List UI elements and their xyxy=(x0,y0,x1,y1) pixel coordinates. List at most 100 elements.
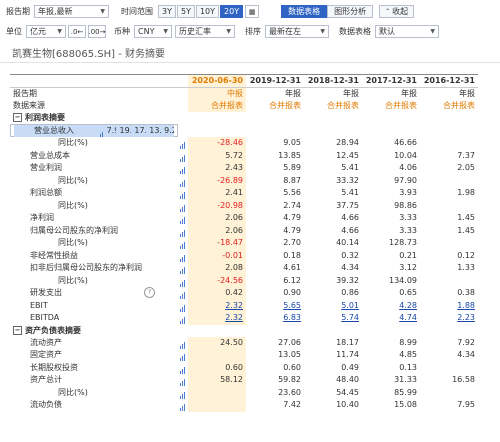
header-date-4[interactable]: 2016-12-31 xyxy=(420,74,478,88)
value-cell[interactable]: 5.65 xyxy=(246,300,304,313)
table-format-select-value: 默认 xyxy=(379,27,395,36)
table-row[interactable]: 净利润 2.06 4.79 4.66 3.33 1.45 xyxy=(10,212,478,225)
table-row[interactable]: EBIT 2.32 5.65 5.01 4.28 1.88 xyxy=(10,299,478,313)
table-format-select[interactable]: 默认 ▼ xyxy=(375,25,439,38)
range-10y-button[interactable]: 10Y xyxy=(195,5,220,18)
bar-chart-icon[interactable] xyxy=(178,300,188,313)
decimal-increase-icon[interactable]: .00→ xyxy=(88,25,106,38)
table-row[interactable]: 研发支出? 0.42 0.90 0.86 0.65 0.38 xyxy=(10,287,478,300)
calendar-icon[interactable]: ▦ xyxy=(245,5,260,18)
bar-chart-icon[interactable] xyxy=(178,187,188,200)
value-cell[interactable]: 5.01 xyxy=(304,300,362,313)
bar-chart-icon[interactable] xyxy=(178,312,188,325)
period-select[interactable]: 年报,最新 ▼ xyxy=(34,5,109,18)
bar-chart-icon[interactable] xyxy=(178,175,188,188)
bar-chart-icon[interactable] xyxy=(178,150,188,163)
value-cell: 59.82 xyxy=(278,375,301,385)
source-row-label: 数据来源 xyxy=(13,101,45,110)
value-cell: 13.85 xyxy=(278,150,301,160)
table-row[interactable]: 非经常性损益 -0.01 0.18 0.32 0.21 0.12 xyxy=(10,249,478,263)
table-row[interactable]: 同比(%) -24.56 6.12 39.32 134.09 xyxy=(10,274,478,288)
collapse-toggle-icon[interactable]: − xyxy=(13,113,22,122)
table-row[interactable]: 同比(%) -18.47 2.70 40.14 128.73 xyxy=(10,237,478,250)
header-date-0[interactable]: 2020-06-30 xyxy=(188,74,246,88)
bar-chart-icon[interactable] xyxy=(178,200,188,213)
table-row[interactable]: 长期股权投资 0.60 0.60 0.49 0.13 xyxy=(10,361,478,375)
value-cell[interactable]: 2.32 xyxy=(188,299,246,312)
bar-chart-icon[interactable] xyxy=(178,275,188,288)
value-cell: 8.99 xyxy=(399,337,417,347)
table-row[interactable]: 同比(%) -26.89 8.87 33.32 97.90 xyxy=(10,174,478,188)
bar-chart-icon[interactable] xyxy=(178,137,188,150)
table-row[interactable]: 营业总收入 7.9319.1617.5713.639.29 xyxy=(10,124,178,137)
table-row[interactable]: 流动资产 24.50 27.06 18.17 8.99 7.92 xyxy=(10,336,478,350)
value-cell: 0.86 xyxy=(341,288,359,298)
unit-select[interactable]: 亿元 ▼ xyxy=(26,25,66,38)
bar-chart-icon[interactable] xyxy=(178,362,188,375)
help-icon[interactable]: ? xyxy=(144,287,155,299)
bar-chart-icon[interactable] xyxy=(178,250,188,263)
decimal-decrease-icon[interactable]: .0← xyxy=(68,25,86,38)
table-row[interactable]: 归属母公司股东的净利润 2.06 4.79 4.66 3.33 1.45 xyxy=(10,224,478,238)
value-cell[interactable]: 4.28 xyxy=(362,300,420,313)
bar-chart-icon[interactable] xyxy=(178,262,188,275)
value-cell: 4.79 xyxy=(283,213,301,223)
row-label-cell: EBITDA xyxy=(10,312,178,325)
row-label-cell: 净利润 xyxy=(10,212,178,225)
value-cell: 2.05 xyxy=(457,163,475,173)
bar-chart-icon[interactable] xyxy=(178,337,188,350)
table-row[interactable]: 资产总计 58.12 59.82 48.40 31.33 16.58 xyxy=(10,374,478,387)
collapse-toggle-icon[interactable]: − xyxy=(13,325,22,335)
bar-chart-icon[interactable] xyxy=(178,374,188,387)
table-row[interactable]: 同比(%) -20.98 2.74 37.75 98.86 xyxy=(10,199,478,213)
bar-chart-icon[interactable] xyxy=(178,237,188,250)
range-5y-button[interactable]: 5Y xyxy=(176,5,195,18)
value-cell: 7.95 xyxy=(457,400,475,410)
table-row[interactable]: 同比(%) 23.60 54.45 85.99 xyxy=(10,386,478,400)
section-header-row[interactable]: − 利润表摘要 xyxy=(10,112,478,124)
value-cell: 2.06 xyxy=(188,212,246,225)
value-cell: -18.47 xyxy=(188,237,246,250)
bar-chart-icon[interactable] xyxy=(178,162,188,175)
table-row[interactable]: EBITDA 2.32 6.83 5.74 4.74 2.23 xyxy=(10,312,478,325)
collapse-icon: ⌃ xyxy=(385,7,391,15)
table-row[interactable]: 扣非后归属母公司股东的净利润 2.08 4.61 4.34 3.12 1.33 xyxy=(10,262,478,275)
bar-chart-icon[interactable] xyxy=(178,212,188,225)
value-cell: 19.16 xyxy=(116,124,132,137)
table-row[interactable]: 固定资产 13.05 11.74 4.85 4.34 xyxy=(10,349,478,362)
value-cell[interactable]: 1.88 xyxy=(420,300,478,313)
section-header-row[interactable]: − 资产负债表摘要 xyxy=(10,324,478,337)
page-title: 凯赛生物[688065.SH] - 财务摘要 xyxy=(12,49,165,60)
currency-select[interactable]: CNY ▼ xyxy=(134,25,172,38)
value-cell[interactable]: 2.23 xyxy=(420,312,478,325)
range-3y-button[interactable]: 3Y xyxy=(158,5,176,18)
bar-chart-icon[interactable] xyxy=(178,399,188,412)
header-date-1[interactable]: 2019-12-31 xyxy=(246,74,304,88)
table-row[interactable]: 营业利润 2.43 5.89 5.41 4.06 2.05 xyxy=(10,162,478,175)
sort-select[interactable]: 最新在左 ▼ xyxy=(265,25,329,38)
value-cell: 23.60 xyxy=(278,387,301,397)
value-cell[interactable]: 5.74 xyxy=(304,312,362,325)
table-row[interactable]: 营业总成本 5.72 13.85 12.45 10.04 7.37 xyxy=(10,149,478,163)
exchange-rate-select[interactable]: 历史汇率 ▼ xyxy=(175,25,235,38)
value-cell[interactable]: 4.74 xyxy=(362,312,420,325)
tab-chart-analysis[interactable]: 图形分析 xyxy=(327,5,374,18)
range-20y-button[interactable]: 20Y xyxy=(220,5,244,18)
value-cell[interactable]: 6.83 xyxy=(246,312,304,325)
header-date-3[interactable]: 2017-12-31 xyxy=(362,74,420,88)
bar-chart-icon[interactable] xyxy=(178,287,188,300)
table-row[interactable]: 流动负债 7.42 10.40 15.08 7.95 xyxy=(10,399,478,412)
table-row[interactable]: 同比(%) -28.46 9.05 28.94 46.66 xyxy=(10,137,478,150)
collapse-button[interactable]: ⌃ 收起 xyxy=(379,5,415,18)
chevron-down-icon: ▼ xyxy=(100,8,105,15)
table-row[interactable]: 利润总额 2.41 5.56 5.41 3.93 1.98 xyxy=(10,187,478,200)
tab-data-table[interactable]: 数据表格 xyxy=(281,5,328,18)
bar-chart-icon[interactable] xyxy=(178,349,188,362)
period-cell: 年报 xyxy=(285,89,301,98)
header-date-2[interactable]: 2018-12-31 xyxy=(304,74,362,88)
bar-chart-icon[interactable] xyxy=(178,387,188,400)
bar-chart-icon[interactable] xyxy=(178,225,188,238)
value-cell: 54.45 xyxy=(336,387,359,397)
currency-label: 币种 xyxy=(114,27,130,36)
value-cell[interactable]: 2.32 xyxy=(188,312,246,325)
